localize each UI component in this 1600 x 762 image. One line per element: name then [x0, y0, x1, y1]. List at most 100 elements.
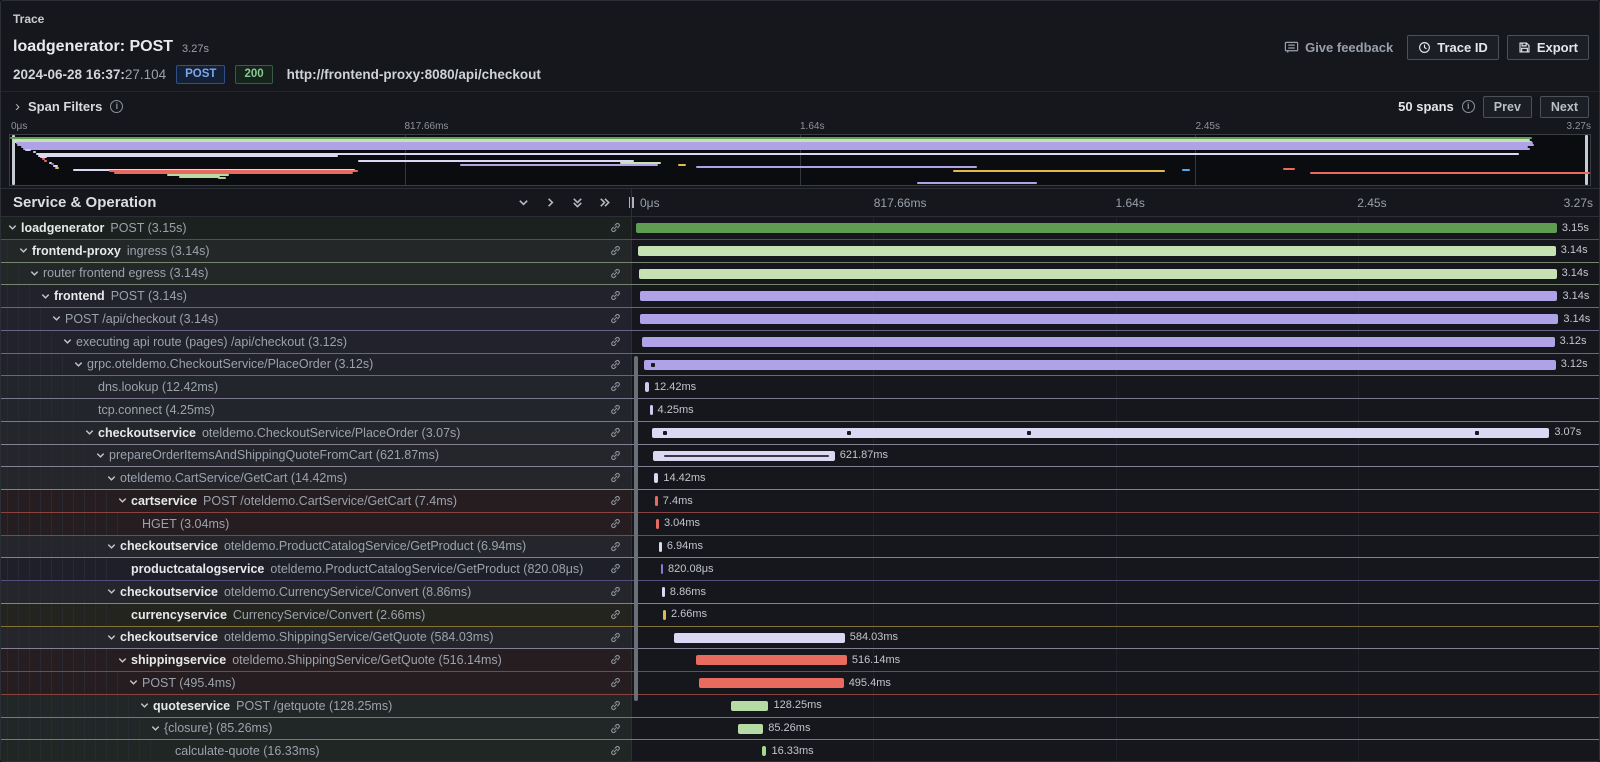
span-bar[interactable] [699, 678, 844, 688]
span-bar[interactable] [642, 337, 1554, 347]
span-link-icon[interactable] [609, 722, 622, 738]
span-name-cell[interactable]: executing api route (pages) /api/checkou… [1, 331, 631, 353]
span-link-icon[interactable] [609, 562, 622, 578]
span-link-icon[interactable] [609, 221, 622, 237]
span-name-cell[interactable]: POST (495.4ms) [1, 672, 631, 694]
span-name-cell[interactable]: POST /api/checkout (3.14s) [1, 308, 631, 330]
span-link-icon[interactable] [609, 494, 622, 510]
span-name-cell[interactable]: checkoutserviceoteldemo.ShippingService/… [1, 627, 631, 649]
span-link-icon[interactable] [609, 585, 622, 601]
span-name-cell[interactable]: shippingserviceoteldemo.ShippingService/… [1, 649, 631, 671]
minimap-canvas[interactable] [9, 134, 1591, 186]
chevron-down-icon[interactable] [517, 196, 530, 209]
span-bar[interactable] [640, 314, 1558, 324]
span-name-cell[interactable]: productcatalogserviceoteldemo.ProductCat… [1, 558, 631, 580]
span-link-icon[interactable] [609, 699, 622, 715]
span-link-icon[interactable] [609, 426, 622, 442]
span-bar[interactable] [731, 701, 768, 711]
span-filters-toggle[interactable]: › Span Filters i [15, 99, 123, 114]
span-bar[interactable] [653, 451, 835, 461]
trace-id-button[interactable]: Trace ID [1407, 35, 1499, 60]
span-link-icon[interactable] [609, 244, 622, 260]
span-name-cell[interactable]: grpc.oteldemo.CheckoutService/PlaceOrder… [1, 354, 631, 376]
expand-chevron-icon[interactable] [106, 632, 120, 643]
span-name-cell[interactable]: currencyserviceCurrencyService/Convert (… [1, 604, 631, 626]
span-name-cell[interactable]: frontend-proxyingress (3.14s) [1, 240, 631, 262]
span-bar[interactable] [636, 223, 1557, 233]
span-link-icon[interactable] [609, 267, 622, 283]
span-name-cell[interactable]: loadgeneratorPOST (3.15s) [1, 217, 631, 239]
expand-chevron-icon[interactable] [18, 245, 32, 256]
span-name-cell[interactable]: quoteservicePOST /getquote (128.25ms) [1, 695, 631, 717]
expand-chevron-icon[interactable] [73, 359, 87, 370]
span-bar[interactable] [655, 496, 658, 506]
next-span-button[interactable]: Next [1540, 96, 1589, 118]
span-bar[interactable] [638, 246, 1556, 256]
span-bar[interactable] [652, 428, 1550, 438]
expand-chevron-icon[interactable] [84, 427, 98, 438]
span-name-cell[interactable]: dns.lookup (12.42ms) [1, 376, 631, 398]
span-name-cell[interactable]: calculate-quote (16.33ms) [1, 740, 631, 761]
span-name-cell[interactable]: {closure} (85.26ms) [1, 718, 631, 740]
span-bar[interactable] [650, 405, 653, 415]
span-bar[interactable] [654, 473, 658, 483]
span-bar[interactable] [663, 610, 666, 620]
expand-chevron-icon[interactable] [40, 291, 54, 302]
span-bar[interactable] [674, 633, 845, 643]
span-link-icon[interactable] [609, 540, 622, 556]
span-link-icon[interactable] [609, 744, 622, 760]
span-link-icon[interactable] [609, 608, 622, 624]
span-name-cell[interactable]: cartservicePOST /oteldemo.CartService/Ge… [1, 490, 631, 512]
export-button[interactable]: Export [1507, 35, 1589, 60]
expand-chevron-icon[interactable] [51, 313, 65, 324]
span-link-icon[interactable] [609, 312, 622, 328]
span-bar[interactable] [639, 269, 1557, 279]
column-resize-handle[interactable] [624, 197, 638, 208]
span-name-cell[interactable]: HGET (3.04ms) [1, 513, 631, 535]
span-link-icon[interactable] [609, 335, 622, 351]
span-bar[interactable] [656, 519, 659, 529]
span-bar[interactable] [696, 655, 847, 665]
span-bar[interactable] [662, 587, 665, 597]
expand-chevron-icon[interactable] [7, 222, 21, 233]
span-link-icon[interactable] [609, 449, 622, 465]
span-link-icon[interactable] [609, 403, 622, 419]
expand-chevron-icon[interactable] [106, 473, 120, 484]
span-link-icon[interactable] [609, 631, 622, 647]
span-link-icon[interactable] [609, 471, 622, 487]
expand-chevron-icon[interactable] [117, 655, 131, 666]
span-link-icon[interactable] [609, 380, 622, 396]
span-bar[interactable] [762, 746, 767, 756]
span-name-cell[interactable]: tcp.connect (4.25ms) [1, 399, 631, 421]
give-feedback-link[interactable]: Give feedback [1284, 40, 1393, 55]
scrollbar-thumb[interactable] [634, 356, 638, 701]
chevron-right-icon[interactable] [544, 196, 557, 209]
span-name-cell[interactable]: checkoutserviceoteldemo.CurrencyService/… [1, 581, 631, 603]
span-bar[interactable] [640, 291, 1558, 301]
span-bar[interactable] [661, 564, 664, 574]
span-link-icon[interactable] [609, 676, 622, 692]
double-chevron-right-icon[interactable] [598, 196, 611, 209]
span-bar[interactable] [738, 724, 763, 734]
span-name-cell[interactable]: checkoutserviceoteldemo.ProductCatalogSe… [1, 536, 631, 558]
span-name-cell[interactable]: oteldemo.CartService/GetCart (14.42ms) [1, 467, 631, 489]
prev-span-button[interactable]: Prev [1483, 96, 1532, 118]
expand-chevron-icon[interactable] [117, 495, 131, 506]
expand-chevron-icon[interactable] [29, 268, 43, 279]
expand-chevron-icon[interactable] [95, 450, 109, 461]
minimap-right-handle[interactable] [1585, 135, 1588, 185]
span-link-icon[interactable] [609, 653, 622, 669]
span-name-cell[interactable]: frontendPOST (3.14s) [1, 285, 631, 307]
span-link-icon[interactable] [609, 517, 622, 533]
span-name-cell[interactable]: prepareOrderItemsAndShippingQuoteFromCar… [1, 445, 631, 467]
span-link-icon[interactable] [609, 289, 622, 305]
span-bar[interactable] [645, 382, 649, 392]
span-link-icon[interactable] [609, 358, 622, 374]
expand-chevron-icon[interactable] [150, 723, 164, 734]
span-bar[interactable] [659, 542, 662, 552]
span-name-cell[interactable]: router frontend egress (3.14s) [1, 263, 631, 285]
info-icon[interactable]: i [110, 100, 123, 113]
double-chevron-down-icon[interactable] [571, 196, 584, 209]
span-name-cell[interactable]: checkoutserviceoteldemo.CheckoutService/… [1, 422, 631, 444]
expand-chevron-icon[interactable] [62, 336, 76, 347]
